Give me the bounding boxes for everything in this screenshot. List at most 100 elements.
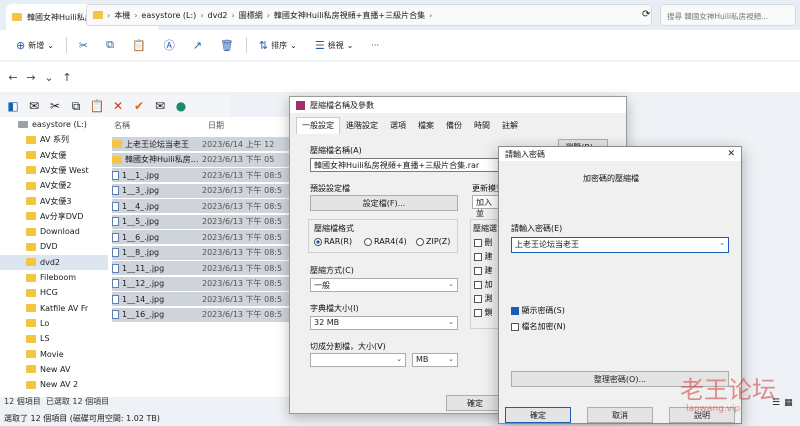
sidebar-item[interactable]: dvd2 <box>0 254 108 270</box>
folder-icon <box>93 11 103 19</box>
scissors-icon[interactable]: ✂ <box>46 97 64 115</box>
up-arrow-icon[interactable]: ↑ <box>58 71 76 84</box>
copy-button[interactable]: ⧉ <box>100 34 120 56</box>
breadcrumb-item[interactable]: 本機 <box>114 10 130 21</box>
option-checkbox[interactable]: 加 <box>474 279 493 290</box>
column-header-date[interactable]: 日期 <box>208 120 224 131</box>
file-row[interactable]: 上老王论坛当老王 2023/6/14 上午 12 <box>112 137 294 151</box>
sidebar-item[interactable]: Lo <box>0 316 108 331</box>
option-checkbox[interactable]: 建 <box>474 265 493 276</box>
cut-button[interactable]: ✂ <box>73 34 94 56</box>
tab-time[interactable]: 時間 <box>468 117 496 134</box>
file-row[interactable]: 1__6_.jpg 2023/6/13 下午 08:5 <box>112 230 294 244</box>
more-button[interactable]: ··· <box>365 34 385 56</box>
format-zip-radio[interactable]: ZIP(Z) <box>416 237 450 246</box>
sidebar-item[interactable]: LS <box>0 331 108 346</box>
checkmark-icon[interactable]: ✔ <box>130 97 148 115</box>
paste-icon[interactable]: 📋 <box>88 97 106 115</box>
file-row[interactable]: 1__1_.jpg 2023/6/13 下午 08:5 <box>112 168 294 182</box>
sidebar-item[interactable]: AV女優3 <box>0 194 108 209</box>
show-password-checkbox[interactable]: 顯示密碼(S) <box>511 305 565 316</box>
paste-button[interactable]: 📋 <box>126 34 152 56</box>
mail-icon[interactable]: ✉ <box>25 97 43 115</box>
sidebar-item[interactable]: Movie <box>0 347 108 362</box>
file-row[interactable]: 1__11_.jpg 2023/6/13 下午 08:5 <box>112 261 294 275</box>
sidebar-item[interactable]: Download <box>0 224 108 239</box>
forward-arrow-icon[interactable]: → <box>22 71 40 84</box>
sidebar-item[interactable]: New AV <box>0 362 108 377</box>
tab-advanced[interactable]: 進階設定 <box>340 117 384 134</box>
chevron-down-icon[interactable]: ⌄ <box>40 71 58 84</box>
address-bar[interactable]: › 本機 › easystore (L:) › dvd2 › 圖標網 › 韓國女… <box>86 4 652 26</box>
file-date: 2023/6/13 下午 08:5 <box>202 263 283 273</box>
delete-button[interactable]: 🗑 <box>214 34 240 56</box>
sidebar-item[interactable]: Fileboom <box>0 270 108 285</box>
method-select[interactable]: 一般 ⌄ <box>310 278 458 292</box>
sidebar-item[interactable]: HCG <box>0 285 108 300</box>
sidebar-item[interactable]: AV女優2 <box>0 178 108 193</box>
file-row[interactable]: 1__14_.jpg 2023/6/13 下午 08:5 <box>112 292 294 306</box>
show-password-label: 顯示密碼(S) <box>521 306 565 315</box>
sort-button[interactable]: ⇅ 排序 ⌄ <box>253 34 303 56</box>
tab-options[interactable]: 選項 <box>384 117 412 134</box>
split-unit-select[interactable]: MB ⌄ <box>412 353 458 367</box>
column-header-name[interactable]: 名稱 <box>114 120 130 131</box>
tab-general[interactable]: 一般設定 <box>296 117 340 134</box>
ok-button[interactable]: 確定 <box>446 395 504 411</box>
pane-icon[interactable]: ◧ <box>4 97 22 115</box>
new-button[interactable]: ⊕ 新增 ⌄ <box>10 34 60 56</box>
file-name: 1__16_.jpg <box>122 310 165 319</box>
breadcrumb-item[interactable]: 韓國女神Huili私房視頻+直播+三級片合集 <box>274 10 425 21</box>
tab-backup[interactable]: 備份 <box>440 117 468 134</box>
split-size-input[interactable]: ⌄ <box>310 353 406 367</box>
search-input[interactable]: 搜尋 韓國女神Huili私房視頻... <box>660 4 796 26</box>
delete-icon[interactable]: ✕ <box>109 97 127 115</box>
encrypt-names-checkbox[interactable]: 檔名加密(N) <box>511 321 566 332</box>
folder-icon <box>26 319 36 328</box>
close-icon[interactable]: ✕ <box>727 149 735 159</box>
file-row[interactable]: 1__8_.jpg 2023/6/13 下午 08:5 <box>112 245 294 260</box>
file-row[interactable]: 1__3_.jpg 2023/6/13 下午 08:5 <box>112 183 294 198</box>
back-arrow-icon[interactable]: ← <box>4 71 22 84</box>
tab-files[interactable]: 檔案 <box>412 117 440 134</box>
option-checkbox[interactable]: 刪 <box>474 237 493 248</box>
breadcrumb-item[interactable]: dvd2 <box>208 11 228 20</box>
tiles-view-icon[interactable]: ▦ <box>784 398 793 408</box>
folder-icon <box>12 13 22 21</box>
rename-button[interactable]: Ⓐ <box>158 34 181 56</box>
option-checkbox[interactable]: 鎖 <box>474 307 493 318</box>
file-row[interactable]: 1__12_.jpg 2023/6/13 下午 08:5 <box>112 276 294 291</box>
sidebar-item[interactable]: AV女優 West <box>0 163 108 178</box>
file-row[interactable]: 1__16_.jpg 2023/6/13 下午 08:5 <box>112 307 294 322</box>
sidebar-item[interactable]: AV女優 <box>0 148 108 163</box>
tab-comment[interactable]: 註解 <box>496 117 524 134</box>
profile-button[interactable]: 設定檔(F)... <box>310 195 458 211</box>
breadcrumb-item[interactable]: 圖標網 <box>239 10 263 21</box>
refresh-icon[interactable]: ⟳ <box>642 9 650 20</box>
sidebar-item[interactable]: AV 系列 <box>0 132 108 147</box>
file-row[interactable]: 1__5_.jpg 2023/6/13 下午 08:5 <box>112 214 294 229</box>
dictionary-select[interactable]: 32 MB ⌄ <box>310 316 458 330</box>
file-row[interactable]: 韓國女神Huili私房... 2023/6/13 下午 05 <box>112 152 294 167</box>
cancel-button[interactable]: 取消 <box>587 407 653 423</box>
option-checkbox[interactable]: 測 <box>474 293 493 304</box>
sidebar-item[interactable]: Katfile AV Fr <box>0 301 108 316</box>
view-button[interactable]: ☰ 檢視 ⌄ <box>309 34 360 56</box>
sidebar-item[interactable]: Av分享DVD <box>0 209 108 224</box>
file-date: 2023/6/13 下午 08:5 <box>202 232 283 242</box>
password-input[interactable]: 上老王论坛当老王 ⌄ <box>511 237 729 253</box>
ok-button[interactable]: 確定 <box>505 407 571 423</box>
sidebar-item[interactable]: easystore (L:) <box>0 117 108 132</box>
breadcrumb-item[interactable]: easystore (L:) <box>141 11 196 20</box>
format-rar-radio[interactable]: RAR(R) <box>314 237 352 246</box>
globe-icon[interactable]: ● <box>172 97 190 115</box>
format-rar4-radio[interactable]: RAR4(4) <box>364 237 407 246</box>
details-view-icon[interactable]: ☰ <box>772 398 780 408</box>
share-button[interactable]: ↗ <box>187 34 208 56</box>
copy-icon[interactable]: ⧉ <box>67 97 85 115</box>
sidebar-item[interactable]: DVD <box>0 239 108 254</box>
mail-send-icon[interactable]: ✉ <box>151 97 169 115</box>
option-checkbox[interactable]: 建 <box>474 251 493 262</box>
sidebar-item[interactable]: New AV 2 <box>0 377 108 392</box>
file-row[interactable]: 1__4_.jpg 2023/6/13 下午 08:5 <box>112 199 294 213</box>
